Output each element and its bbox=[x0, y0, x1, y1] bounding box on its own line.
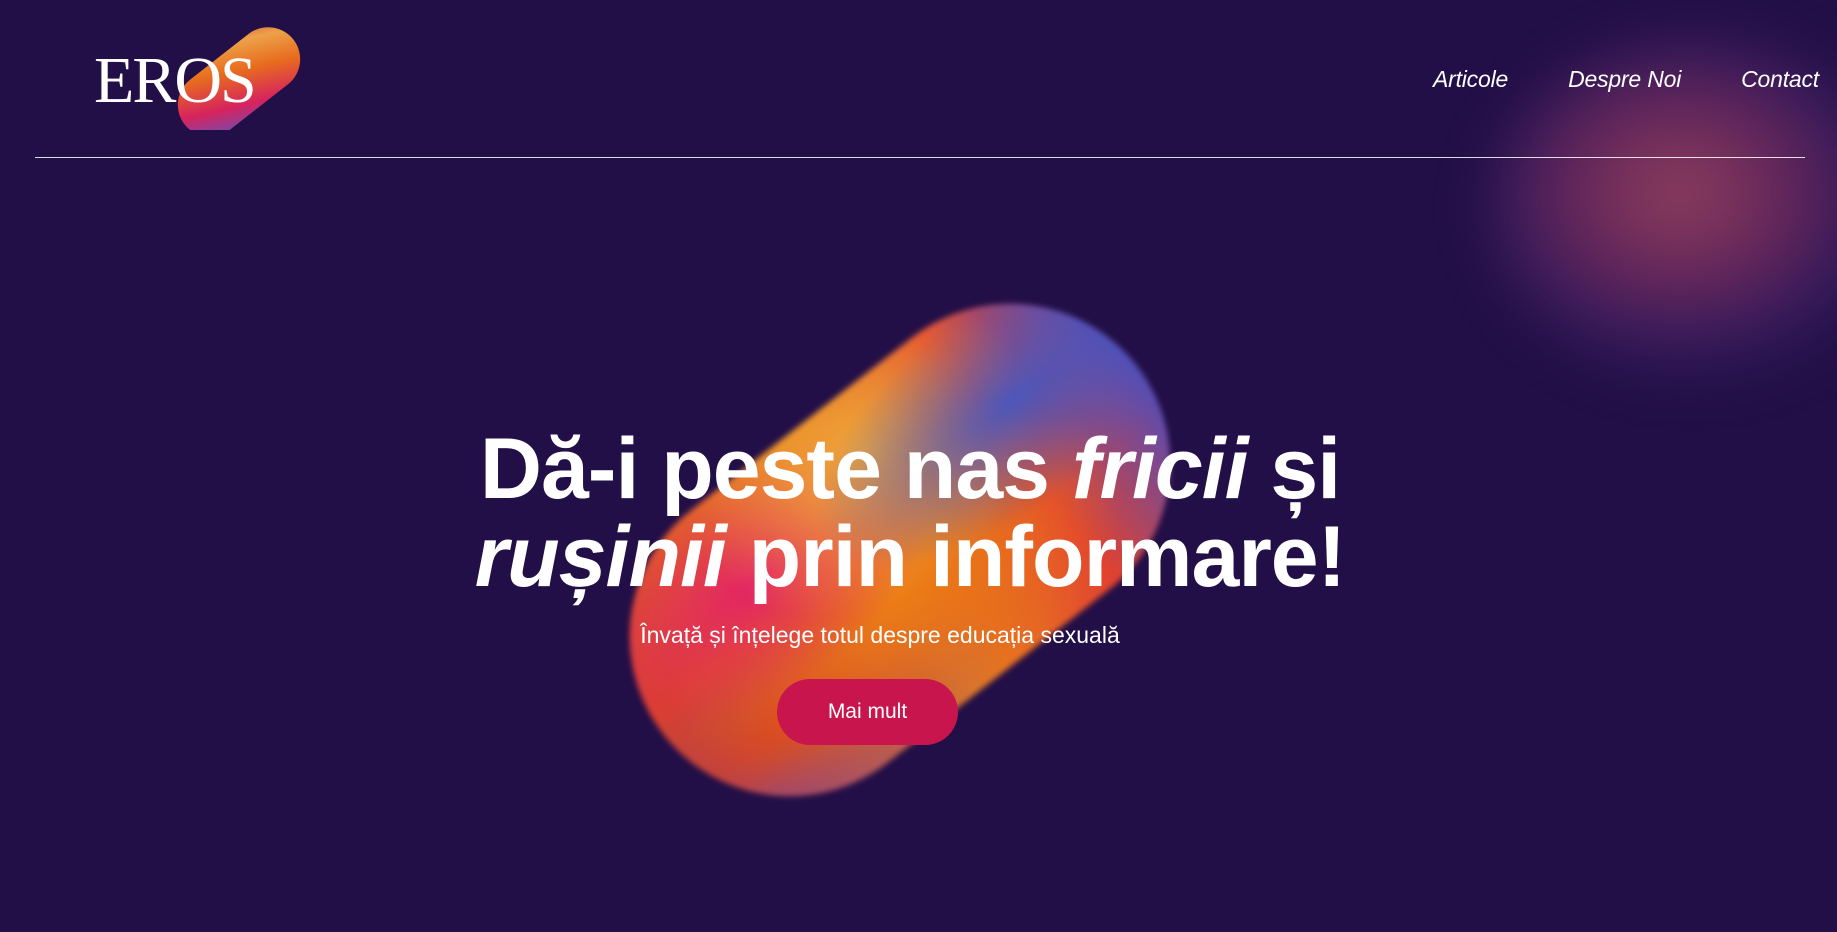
hero-headline: Dă-i peste nas fricii și rușinii prin in… bbox=[440, 425, 1380, 601]
headline-italic-rusinii: rușinii bbox=[474, 509, 727, 605]
eros-logo: EROS bbox=[94, 27, 301, 130]
header-divider bbox=[35, 157, 1805, 158]
headline-part-3: prin informare! bbox=[725, 509, 1347, 605]
logo-link[interactable]: EROS bbox=[94, 22, 302, 130]
nav-link-despre-noi[interactable]: Despre Noi bbox=[1568, 66, 1681, 93]
headline-part-2: și bbox=[1247, 421, 1341, 517]
headline-part-1: Dă-i peste nas bbox=[479, 421, 1072, 517]
logo-wordmark: EROS bbox=[94, 44, 255, 117]
site-header: EROS Articole Despre Noi Contact bbox=[0, 0, 1837, 158]
nav-link-articole[interactable]: Articole bbox=[1433, 66, 1508, 93]
main-nav: Articole Despre Noi Contact bbox=[1433, 66, 1819, 93]
page: EROS Articole Despre Noi Contact Dă-i pe… bbox=[0, 0, 1837, 932]
hero-subtitle: Învață și înțelege totul despre educația… bbox=[640, 622, 1120, 648]
nav-link-contact[interactable]: Contact bbox=[1741, 66, 1819, 93]
mai-mult-button[interactable]: Mai mult bbox=[777, 679, 958, 745]
headline-italic-fricii: fricii bbox=[1071, 421, 1249, 517]
